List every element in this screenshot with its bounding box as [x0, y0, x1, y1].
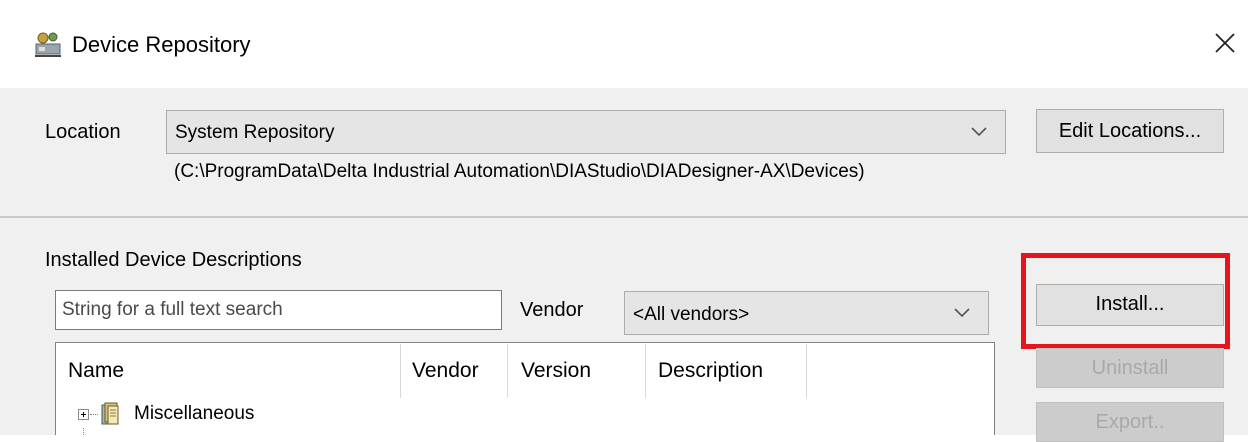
vendor-selected-value: <All vendors> [633, 304, 750, 325]
search-input[interactable] [55, 290, 502, 330]
column-separator[interactable] [400, 344, 401, 398]
column-header-version[interactable]: Version [521, 358, 591, 384]
tree-connector [83, 428, 84, 435]
vendor-select[interactable]: <All vendors> [624, 291, 989, 335]
export-button[interactable]: Export.. [1036, 402, 1224, 442]
location-select[interactable]: System Repository [166, 110, 1006, 154]
uninstall-button[interactable]: Uninstall [1036, 348, 1224, 388]
chevron-down-icon [954, 308, 970, 318]
tree-item-label: Miscellaneous [134, 403, 255, 424]
column-header-vendor[interactable]: Vendor [412, 358, 479, 384]
expand-icon[interactable] [78, 409, 89, 420]
device-repository-icon [35, 32, 61, 57]
location-path: (C:\ProgramData\Delta Industrial Automat… [174, 161, 865, 182]
title-bar: Device Repository [0, 0, 1248, 88]
chevron-down-icon [971, 127, 987, 137]
section-divider [0, 216, 1248, 218]
column-separator[interactable] [507, 344, 508, 398]
column-separator[interactable] [645, 344, 646, 398]
location-selected-value: System Repository [175, 122, 335, 143]
location-label: Location [45, 121, 121, 143]
column-header-name[interactable]: Name [68, 358, 124, 384]
install-highlight-box [1021, 253, 1230, 349]
installed-descriptions-label: Installed Device Descriptions [45, 249, 302, 271]
close-icon[interactable] [1208, 26, 1242, 60]
column-header-description[interactable]: Description [658, 358, 763, 384]
vendor-label: Vendor [520, 299, 584, 321]
folder-icon [101, 402, 119, 425]
tree-connector [90, 414, 98, 415]
window-title: Device Repository [72, 32, 251, 57]
column-separator[interactable] [806, 344, 807, 398]
edit-locations-button[interactable]: Edit Locations... [1036, 109, 1224, 153]
